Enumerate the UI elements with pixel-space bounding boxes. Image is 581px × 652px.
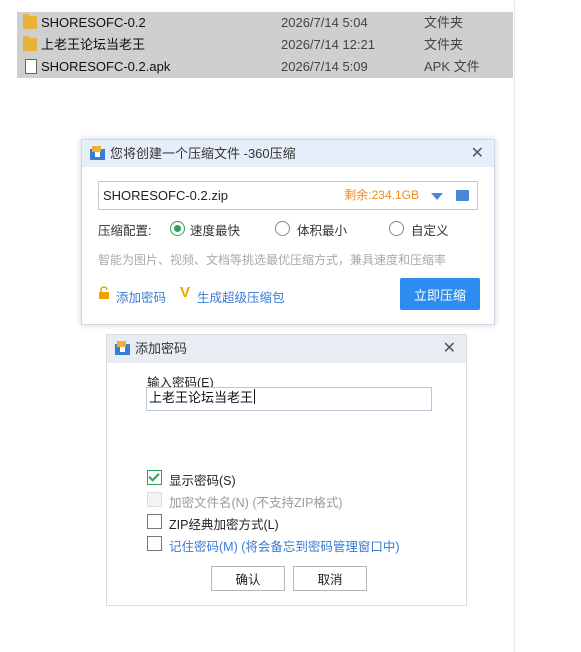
confirm-button[interactable]: 确认 bbox=[211, 566, 285, 591]
app-icon bbox=[115, 341, 130, 355]
text-caret bbox=[254, 389, 256, 404]
password-input[interactable]: 上老王论坛当老王 bbox=[146, 387, 432, 411]
file-date: 2026/7/14 5:09 bbox=[281, 59, 368, 74]
cancel-button[interactable]: 取消 bbox=[293, 566, 367, 591]
file-icon bbox=[25, 59, 37, 74]
radio-fastest-label[interactable]: 速度最快 bbox=[190, 220, 240, 239]
output-path-value: SHORESOFC-0.2.zip bbox=[103, 188, 228, 203]
app-icon bbox=[90, 146, 105, 160]
close-icon[interactable]: ✕ bbox=[443, 335, 456, 363]
radio-smallest[interactable] bbox=[275, 221, 290, 236]
compress-config-row: 压缩配置: 速度最快 体积最小 自定义 bbox=[98, 220, 478, 238]
file-row[interactable]: SHORESOFC-0.2.apk 2026/7/14 5:09 APK 文件 bbox=[17, 56, 513, 78]
checkbox-box[interactable] bbox=[147, 536, 162, 551]
lock-icon[interactable] bbox=[98, 286, 110, 299]
checkbox-label: 记住密码(M) (将会备忘到密码管理窗口中) bbox=[169, 540, 400, 554]
file-type: APK 文件 bbox=[424, 59, 480, 74]
checkbox-label: ZIP经典加密方式(L) bbox=[169, 518, 279, 532]
free-space-label: 剩余:234.1GB bbox=[344, 188, 419, 202]
checkbox-label: 显示密码(S) bbox=[169, 474, 236, 488]
radio-smallest-label[interactable]: 体积最小 bbox=[297, 220, 347, 239]
file-row[interactable]: 上老王论坛当老王 2026/7/14 12:21 文件夹 bbox=[17, 34, 513, 56]
dropdown-arrow-icon[interactable] bbox=[431, 193, 443, 200]
checkbox-box[interactable] bbox=[147, 470, 162, 485]
file-list: SHORESOFC-0.2 2026/7/14 5:04 文件夹 上老王论坛当老… bbox=[17, 12, 513, 78]
password-value: 上老王论坛当老王 bbox=[149, 391, 254, 406]
file-name: SHORESOFC-0.2.apk bbox=[41, 59, 171, 74]
checkbox-label: 加密文件名(N) (不支持ZIP格式) bbox=[169, 496, 343, 510]
file-row[interactable]: SHORESOFC-0.2 2026/7/14 5:04 文件夹 bbox=[17, 12, 513, 34]
file-name: 上老王论坛当老王 bbox=[41, 37, 146, 52]
add-password-link[interactable]: 添加密码 bbox=[116, 287, 166, 306]
super-v-icon: V bbox=[180, 284, 191, 301]
config-label: 压缩配置: bbox=[98, 224, 152, 238]
radio-fastest[interactable] bbox=[170, 221, 185, 236]
compress-hint: 智能为图片、视频、文档等挑选最优压缩方式，兼具速度和压缩率 bbox=[98, 253, 447, 267]
file-type: 文件夹 bbox=[424, 15, 464, 30]
checkbox-box[interactable] bbox=[147, 514, 162, 529]
file-date: 2026/7/14 5:04 bbox=[281, 15, 368, 30]
output-path-field[interactable]: SHORESOFC-0.2.zip 剩余:234.1GB bbox=[98, 181, 478, 210]
compress-dialog: 您将创建一个压缩文件 -360压缩 ✕ SHORESOFC-0.2.zip 剩余… bbox=[81, 139, 495, 325]
compress-dialog-titlebar[interactable]: 您将创建一个压缩文件 -360压缩 ✕ bbox=[82, 140, 494, 167]
file-name: SHORESOFC-0.2 bbox=[41, 15, 146, 30]
radio-custom[interactable] bbox=[389, 221, 404, 236]
password-dialog: 添加密码 ✕ 输入密码(E) 上老王论坛当老王 显示密码(S) 加密文件名(N)… bbox=[106, 334, 467, 606]
radio-custom-label[interactable]: 自定义 bbox=[411, 220, 449, 239]
close-icon[interactable]: ✕ bbox=[471, 140, 484, 167]
password-dialog-titlebar[interactable]: 添加密码 ✕ bbox=[107, 335, 466, 363]
super-package-link[interactable]: 生成超级压缩包 bbox=[197, 287, 285, 306]
folder-icon bbox=[23, 14, 37, 29]
folder-icon bbox=[23, 36, 37, 51]
compress-now-button[interactable]: 立即压缩 bbox=[400, 278, 480, 310]
password-dialog-title: 添加密码 bbox=[135, 341, 188, 356]
folder-browse-icon[interactable] bbox=[456, 190, 469, 201]
file-type: 文件夹 bbox=[424, 37, 464, 52]
checkbox-box bbox=[147, 492, 162, 507]
compress-dialog-title: 您将创建一个压缩文件 -360压缩 bbox=[110, 146, 296, 161]
file-date: 2026/7/14 12:21 bbox=[281, 37, 375, 52]
